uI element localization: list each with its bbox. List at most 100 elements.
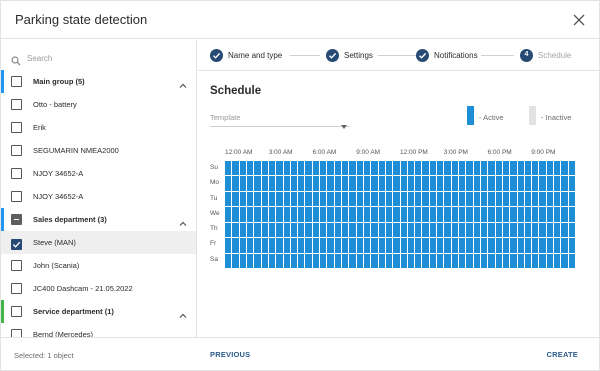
schedule-cell[interactable]: [327, 191, 334, 207]
schedule-cell[interactable]: [276, 207, 283, 222]
schedule-cell[interactable]: [225, 222, 232, 238]
schedule-cell[interactable]: [334, 238, 341, 253]
schedule-cell[interactable]: [495, 222, 502, 238]
schedule-cell[interactable]: [276, 191, 283, 207]
checkbox[interactable]: [11, 283, 22, 294]
schedule-cell[interactable]: [305, 253, 312, 268]
checkbox[interactable]: [11, 260, 22, 271]
close-icon[interactable]: [573, 13, 585, 26]
schedule-cell[interactable]: [437, 161, 444, 176]
schedule-cell[interactable]: [327, 207, 334, 222]
step-label[interactable]: Settings: [344, 51, 373, 60]
schedule-cell[interactable]: [268, 176, 276, 191]
schedule-cell[interactable]: [561, 176, 568, 191]
schedule-cell[interactable]: [312, 207, 320, 222]
schedule-cell[interactable]: [429, 238, 437, 253]
schedule-cell[interactable]: [510, 191, 517, 207]
schedule-cell[interactable]: [451, 176, 458, 191]
schedule-cell[interactable]: [254, 222, 261, 238]
schedule-cell[interactable]: [290, 176, 298, 191]
schedule-cell[interactable]: [488, 161, 495, 176]
schedule-cell[interactable]: [378, 222, 385, 238]
schedule-cell[interactable]: [305, 207, 312, 222]
schedule-cell[interactable]: [371, 253, 378, 268]
schedule-cell[interactable]: [532, 191, 539, 207]
schedule-cell[interactable]: [495, 207, 502, 222]
schedule-cell[interactable]: [393, 238, 400, 253]
schedule-cell[interactable]: [429, 207, 437, 222]
schedule-cell[interactable]: [415, 207, 422, 222]
schedule-cell[interactable]: [407, 176, 415, 191]
tree-group-row[interactable]: Sales department (3): [1, 208, 196, 231]
tree-item-row[interactable]: John (Scania): [1, 254, 196, 277]
schedule-cell[interactable]: [459, 238, 466, 253]
schedule-cell[interactable]: [415, 176, 422, 191]
schedule-cell[interactable]: [385, 253, 393, 268]
schedule-cell[interactable]: [378, 238, 385, 253]
schedule-cell[interactable]: [459, 176, 466, 191]
schedule-cell[interactable]: [532, 161, 539, 176]
schedule-cell[interactable]: [363, 176, 371, 191]
schedule-cell[interactable]: [334, 207, 341, 222]
schedule-cell[interactable]: [554, 253, 561, 268]
schedule-cell[interactable]: [444, 161, 451, 176]
schedule-cell[interactable]: [349, 176, 356, 191]
schedule-cell[interactable]: [568, 238, 575, 253]
schedule-cell[interactable]: [342, 161, 349, 176]
schedule-cell[interactable]: [480, 161, 488, 176]
schedule-cell[interactable]: [349, 222, 356, 238]
schedule-cell[interactable]: [524, 253, 532, 268]
schedule-cell[interactable]: [568, 191, 575, 207]
schedule-cell[interactable]: [246, 191, 254, 207]
schedule-cell[interactable]: [451, 191, 458, 207]
schedule-cell[interactable]: [268, 207, 276, 222]
schedule-cell[interactable]: [502, 161, 510, 176]
schedule-cell[interactable]: [254, 253, 261, 268]
schedule-cell[interactable]: [495, 253, 502, 268]
schedule-cell[interactable]: [539, 238, 546, 253]
schedule-cell[interactable]: [320, 222, 327, 238]
schedule-cell[interactable]: [239, 176, 246, 191]
schedule-cell[interactable]: [429, 176, 437, 191]
schedule-cell[interactable]: [422, 207, 429, 222]
schedule-cell[interactable]: [320, 207, 327, 222]
schedule-cell[interactable]: [225, 191, 232, 207]
schedule-cell[interactable]: [480, 207, 488, 222]
search-input[interactable]: [27, 50, 187, 66]
schedule-cell[interactable]: [298, 253, 305, 268]
schedule-cell[interactable]: [568, 253, 575, 268]
tree-item-row[interactable]: NJOY 34652-A: [1, 162, 196, 185]
schedule-cell[interactable]: [451, 238, 458, 253]
schedule-cell[interactable]: [246, 238, 254, 253]
schedule-cell[interactable]: [246, 222, 254, 238]
schedule-cell[interactable]: [473, 207, 480, 222]
schedule-cell[interactable]: [356, 207, 363, 222]
schedule-cell[interactable]: [539, 161, 546, 176]
schedule-cell[interactable]: [451, 222, 458, 238]
schedule-cell[interactable]: [342, 222, 349, 238]
schedule-cell[interactable]: [510, 161, 517, 176]
schedule-cell[interactable]: [502, 253, 510, 268]
schedule-cell[interactable]: [517, 176, 524, 191]
schedule-cell[interactable]: [254, 191, 261, 207]
schedule-cell[interactable]: [437, 207, 444, 222]
schedule-cell[interactable]: [239, 161, 246, 176]
checkbox[interactable]: [11, 145, 22, 156]
schedule-cell[interactable]: [546, 253, 554, 268]
schedule-cell[interactable]: [356, 161, 363, 176]
schedule-cell[interactable]: [488, 207, 495, 222]
schedule-cell[interactable]: [290, 191, 298, 207]
schedule-cell[interactable]: [524, 176, 532, 191]
step-check-icon[interactable]: [210, 49, 223, 62]
schedule-cell[interactable]: [320, 253, 327, 268]
schedule-cell[interactable]: [524, 222, 532, 238]
schedule-cell[interactable]: [283, 191, 290, 207]
schedule-cell[interactable]: [502, 191, 510, 207]
schedule-cell[interactable]: [495, 161, 502, 176]
schedule-cell[interactable]: [254, 161, 261, 176]
schedule-cell[interactable]: [437, 238, 444, 253]
checkbox[interactable]: [11, 76, 22, 87]
schedule-cell[interactable]: [393, 253, 400, 268]
schedule-cell[interactable]: [437, 176, 444, 191]
schedule-cell[interactable]: [502, 207, 510, 222]
